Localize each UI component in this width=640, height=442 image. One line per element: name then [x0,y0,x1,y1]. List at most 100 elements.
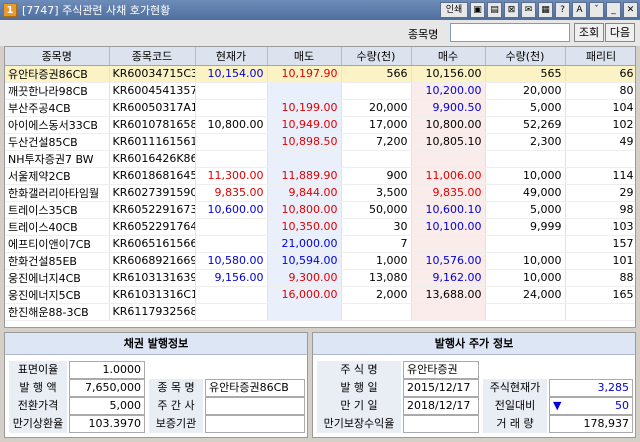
table-row[interactable]: 웅진에너지4CB KR6103131639 9,156.00 9,300.00 13,0… [5,269,635,287]
issuer-stock-panel: 발행사 주가 정보 주 식 명 유안타증권 발 행 일 2015/12/17 만… [312,332,636,438]
table-header: 종목명 종목코드 현재가 매도 수량(천) 매수 수량(천) 패리티 [5,47,635,66]
cell-price [195,99,268,117]
cell-code: KR6018681645 [109,167,196,185]
cell-ask-qty: 7 [341,235,412,253]
cell-parity: 98 [565,201,635,219]
cell-price: 11,300.00 [195,167,268,185]
cell-name: 트레이스35CB [5,201,110,219]
table-row[interactable]: 두산건설85CB KR6011161561 10,898.50 7,200 10,805… [5,133,635,151]
cell-parity: 29 [565,184,635,202]
cell-code: KR6016426K86 [109,150,196,168]
close-icon[interactable]: ✕ [623,2,638,18]
cell-name: NH투자증권7 BW [5,150,110,168]
cell-bid-qty [485,303,566,321]
table-row[interactable]: 부산주공4CB KR60050317A1 10,199.00 20,000 9,900.… [5,99,635,117]
cell-parity: 157 [565,235,635,253]
col-header-code[interactable]: 종목코드 [109,47,196,66]
cell-ask-qty: 20,000 [341,99,412,117]
stock-price-value: 3,285 [549,379,633,397]
cell-bid: 10,805.10 [411,133,486,151]
cell-ask-qty: 2,000 [341,286,412,304]
col-header-bid[interactable]: 매수 [411,47,486,66]
cell-price [195,218,268,236]
col-header-ask-qty[interactable]: 수량(천) [341,47,412,66]
minimize-icon[interactable]: _ [606,2,621,18]
cell-bid-qty: 9,999 [485,218,566,236]
cell-price: 10,580.00 [195,252,268,270]
table-row[interactable]: 서울제약2CB KR6018681645 11,300.00 11,889.90 900… [5,167,635,185]
table-row[interactable]: 깨끗한나라98CB KR6004541357 10,200.00 20,000 80 [5,82,635,100]
table-row[interactable]: 한진해운88-3CB KR6117932568 [5,303,635,321]
next-button[interactable]: 다음 [605,23,635,42]
cell-price [195,82,268,100]
col-header-price[interactable]: 현재가 [195,47,268,66]
cell-code: KR60050317A1 [109,99,196,117]
cell-bid: 10,600.10 [411,201,486,219]
cell-ask: 10,898.50 [267,133,342,151]
stock-price-label: 주식현재가 [483,379,547,397]
collapse-icon[interactable]: ˇ [589,2,604,18]
table-row[interactable]: 한화건설85EB KR6068921669 10,580.00 10,594.00 1,… [5,252,635,270]
excel-icon[interactable]: ⊠ [504,2,519,18]
conv-price-value: 5,000 [69,397,145,415]
guarantor-value [205,415,305,433]
quote-grid[interactable]: 종목명 종목코드 현재가 매도 수량(천) 매수 수량(천) 패리티 유안타증권… [4,46,636,328]
table-row[interactable]: 유안타증권86CB KR60034715C3 10,154.00 10,197.90 5… [5,65,635,83]
print-button[interactable]: 인쇄 [440,2,468,18]
cell-bid-qty [485,235,566,253]
cell-price: 9,156.00 [195,269,268,287]
help-icon[interactable]: ? [555,2,570,18]
maturity-date-value: 2018/12/17 [403,397,479,415]
cell-parity: 103 [565,218,635,236]
table-row[interactable]: 아이에스동서33CB KR6010781658 10,800.00 10,949.00… [5,116,635,134]
cell-bid: 10,800.00 [411,116,486,134]
change-label: 전일대비 [483,397,547,415]
table-row[interactable]: 트레이스40CB KR6052291764 10,350.00 30 10,100.00… [5,218,635,236]
col-header-ask[interactable]: 매도 [267,47,342,66]
search-input[interactable] [450,23,570,42]
cell-bid [411,235,486,253]
table-row[interactable]: 트레이스35CB KR6052291673 10,600.00 10,800.00 50… [5,201,635,219]
query-button[interactable]: 조회 [574,23,604,42]
table-row[interactable]: 웅진에너지5CB KR61031316C1 16,000.00 2,000 13,688… [5,286,635,304]
cell-parity: 104 [565,99,635,117]
cell-price [195,150,268,168]
grid-icon[interactable]: ▦ [538,2,553,18]
title-button-group: 인쇄 ▣ ▤ ⊠ ✉ ▦ ? A ˇ _ ✕ [440,2,638,18]
cell-ask-qty: 7,200 [341,133,412,151]
cell-code: KR6052291764 [109,218,196,236]
copy-icon[interactable]: ▤ [487,2,502,18]
amount-label: 발 행 액 [9,379,67,397]
cell-parity: 80 [565,82,635,100]
cell-ask: 16,000.00 [267,286,342,304]
cell-price: 10,600.00 [195,201,268,219]
col-header-name[interactable]: 종목명 [5,47,110,66]
search-label: 종목명 [408,28,439,41]
table-row[interactable]: NH투자증권7 BW KR6016426K86 [5,150,635,168]
lock-icon[interactable]: ▣ [470,2,485,18]
cell-price [195,286,268,304]
cell-bid: 9,835.00 [411,184,486,202]
cell-bid-qty [485,150,566,168]
table-row[interactable]: 한화갤러리아타임월 KR6027391590 9,835.00 9,844.00 3,5… [5,184,635,202]
col-header-bid-qty[interactable]: 수량(천) [485,47,566,66]
cell-ask [267,303,342,321]
cell-ask: 10,800.00 [267,201,342,219]
cell-code: KR60034715C3 [109,65,196,83]
mail-icon[interactable]: ✉ [521,2,536,18]
cell-code: KR6068921669 [109,252,196,270]
cell-ask-qty: 50,000 [341,201,412,219]
cell-code: KR6103131639 [109,269,196,287]
cell-ask-qty: 30 [341,218,412,236]
cell-bid-qty: 10,000 [485,269,566,287]
cell-ask-qty [341,150,412,168]
col-header-parity[interactable]: 패리티 [565,47,635,66]
cell-ask-qty: 17,000 [341,116,412,134]
cell-name: 한화갤러리아타임월 [5,184,110,202]
cell-ask [267,150,342,168]
cell-bid: 10,200.00 [411,82,486,100]
cell-name: 서울제약2CB [5,167,110,185]
table-row[interactable]: 에프티이앤이7CB KR6065161566 21,000.00 7 157 [5,235,635,253]
font-icon[interactable]: A [572,2,587,18]
stock-name-value: 유안타증권 [403,361,479,379]
